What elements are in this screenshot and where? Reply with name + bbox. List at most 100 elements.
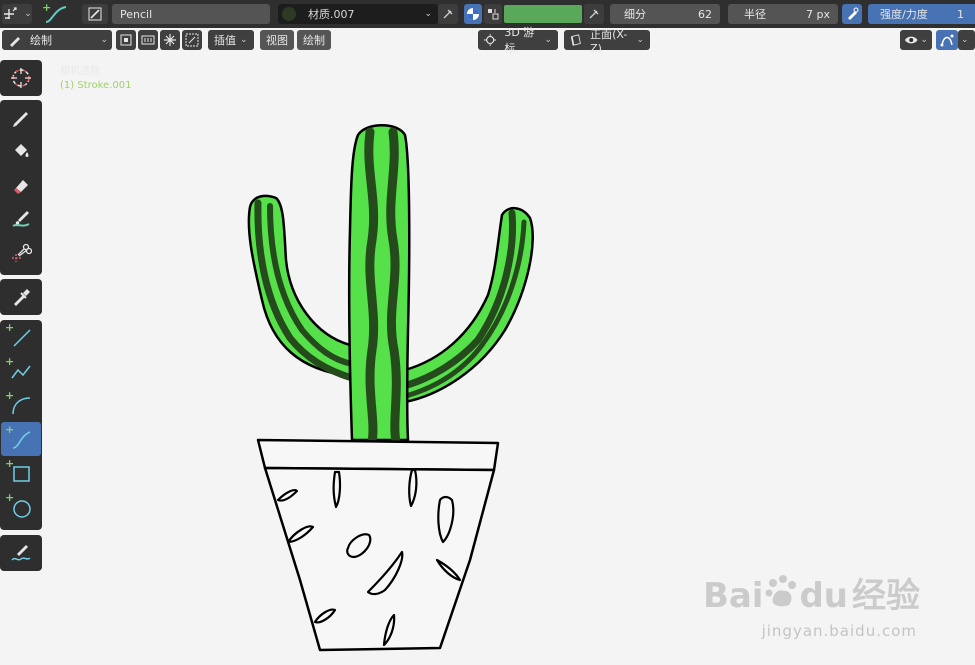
overlay-curve-icon [940, 34, 954, 47]
strength-field[interactable]: 强度/力度 1 [868, 4, 975, 24]
tool-box[interactable]: + [1, 456, 41, 490]
tool-eyedropper[interactable] [1, 279, 41, 315]
pin-icon [589, 9, 599, 19]
cursor-tool-icon [11, 68, 31, 88]
origin-icon [120, 34, 132, 46]
paint-bucket-icon [15, 144, 29, 157]
subdivide-value: 62 [698, 7, 712, 21]
chevron-down-icon: ⌄ [636, 35, 644, 45]
brush-name-text: Pencil [120, 7, 153, 21]
visibility-menu[interactable]: ⌄ [900, 30, 932, 50]
radius-label: 半径 [744, 8, 766, 21]
strength-value: 1 [957, 7, 964, 21]
add-icon: + [5, 491, 15, 504]
tool-curve[interactable]: + [1, 422, 41, 456]
watermark-brand: Bai [702, 576, 764, 616]
overlays-dropdown[interactable]: ⌄ [958, 30, 975, 50]
pot-decorations [276, 468, 462, 647]
pot-body [263, 466, 496, 652]
tool-annotate[interactable] [1, 535, 41, 571]
stroke-placement-button[interactable] [116, 30, 136, 50]
tool-cursor[interactable] [1, 60, 41, 96]
draw-menu-label: 绘制 [303, 34, 325, 47]
tool-tint[interactable] [1, 202, 41, 236]
cactus-left-arm [247, 194, 352, 378]
tool-arc[interactable]: + [1, 388, 41, 422]
radius-value: 7 px [806, 7, 830, 21]
radius-field[interactable]: 半径 7 px [728, 4, 838, 24]
multiframe-button[interactable] [138, 30, 158, 50]
tool-cutter[interactable] [1, 236, 41, 270]
vertex-paint-icon [488, 9, 499, 20]
color-wheel-icon [467, 8, 479, 20]
chevron-down-icon: ⌄ [240, 35, 248, 45]
drawing-plane-menu[interactable]: 正面(X-Z) ⌄ [564, 28, 650, 55]
add-icon: + [5, 321, 15, 334]
tint-brush-icon [12, 211, 30, 227]
chevron-down-icon: ⌄ [961, 35, 969, 45]
cactus-right-arm [403, 207, 534, 404]
cursor-placement-menu[interactable]: 3D 游标 ⌄ [478, 26, 558, 55]
pot-rim [256, 438, 500, 472]
cursor-placement-label: 3D 游标 [504, 26, 535, 55]
tool-fill[interactable] [1, 134, 41, 168]
overlays-menu[interactable] [936, 30, 958, 50]
header-toolbar: ⌄ + Pencil 材质.007 ⌄ 细分 62 半径 7 px 强度/力度 … [0, 0, 975, 28]
snowflake-icon [164, 34, 176, 46]
view-menu[interactable]: 视图 [260, 30, 294, 50]
add-icon: + [5, 457, 15, 470]
toolbar-eyedropper-group [0, 279, 42, 315]
grid-guide-icon [185, 33, 199, 47]
pen-pressure-icon [848, 7, 859, 20]
view-menu-label: 视图 [266, 34, 288, 47]
tool-draw[interactable] [1, 100, 41, 134]
subdivide-field[interactable]: 细分 62 [610, 4, 720, 24]
chevron-down-icon: ⌄ [100, 35, 108, 45]
eye-icon [904, 36, 918, 44]
mode-selector[interactable]: 绘制 ⌄ [2, 30, 112, 50]
strength-label: 强度/力度 [880, 8, 928, 21]
pencil-icon [10, 37, 20, 47]
material-color-mode-button[interactable] [464, 4, 482, 24]
cactus-trunk [347, 124, 411, 442]
guides-button[interactable] [182, 30, 202, 50]
color-swatch[interactable] [504, 5, 582, 23]
chevron-down-icon: ⌄ [544, 35, 552, 45]
snap-button[interactable] [160, 30, 180, 50]
brush-name-field[interactable]: Pencil [112, 4, 270, 24]
baidu-watermark: Bai du 经验 [703, 568, 920, 617]
pressure-radius-button[interactable] [842, 4, 862, 24]
tool-erase[interactable] [1, 168, 41, 202]
tool-line[interactable]: + [1, 320, 41, 354]
mode-label: 绘制 [30, 34, 52, 47]
grease-pencil-canvas[interactable] [0, 0, 975, 665]
chevron-down-icon: ⌄ [920, 35, 928, 45]
watermark-url: jingyan.baidu.com [761, 622, 917, 640]
brush-icon [88, 7, 102, 21]
toolbar-cursor-group [0, 60, 42, 96]
cursor-icon [484, 33, 497, 47]
interpolate-menu[interactable]: 插值 ⌄ [208, 30, 254, 50]
add-icon: + [5, 355, 15, 368]
keyframe-icon [141, 35, 155, 45]
scissors-icon [12, 243, 32, 262]
tool-polyline[interactable]: + [1, 354, 41, 388]
watermark-brand-mid: du [799, 576, 848, 616]
toolbar-primitive-group: + + + + + + [0, 320, 42, 530]
draw-menu[interactable]: 绘制 [297, 30, 331, 50]
object-mode-menu[interactable]: ⌄ [2, 4, 32, 24]
active-tool-preview[interactable]: + [38, 2, 74, 26]
pin-material-button[interactable] [438, 4, 458, 24]
pin-color-button[interactable] [584, 4, 604, 24]
eraser-icon [14, 180, 28, 194]
brush-type-button[interactable] [82, 4, 108, 24]
watermark-brand-cn: 经验 [852, 576, 920, 616]
drawing-plane-label: 正面(X-Z) [590, 27, 628, 55]
material-name-text: 材质.007 [308, 8, 355, 21]
subdivide-label: 细分 [624, 8, 646, 21]
vertex-color-mode-button[interactable] [484, 4, 502, 24]
material-selector[interactable]: 材质.007 ⌄ [278, 4, 438, 24]
camera-perspective-label: 相机透视 [60, 66, 100, 77]
tool-circle[interactable]: + [1, 490, 41, 524]
pencil-tool-icon [13, 112, 28, 127]
